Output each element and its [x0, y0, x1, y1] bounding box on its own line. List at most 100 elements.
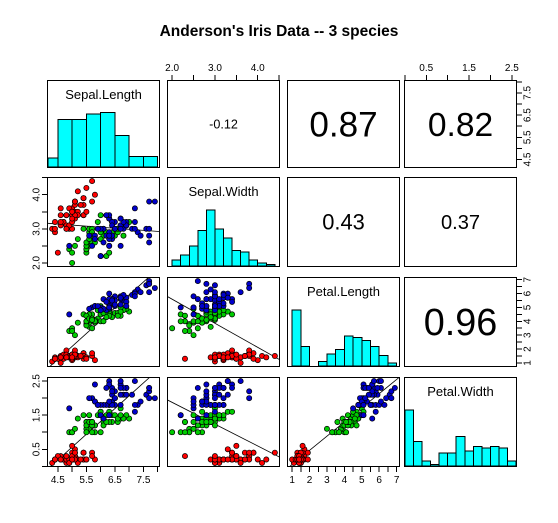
axis-tick-label: 2.5 [505, 63, 519, 74]
data-point [106, 232, 113, 239]
histogram-bar [343, 335, 354, 367]
data-point [57, 219, 64, 225]
data-point [120, 232, 127, 239]
data-point [383, 395, 390, 402]
data-point [74, 415, 81, 422]
data-point [177, 304, 184, 311]
data-point [220, 384, 227, 391]
data-point [77, 201, 84, 208]
histogram-bar [197, 229, 207, 267]
histogram-bar [57, 118, 73, 168]
data-point [86, 412, 93, 419]
axis-tick-label: 1.5 [462, 63, 476, 74]
data-point [362, 395, 369, 402]
data-point [374, 384, 381, 391]
data-point [190, 332, 197, 339]
data-point [182, 328, 188, 334]
data-point [211, 303, 218, 309]
data-point [63, 212, 70, 219]
axis-tick-label: 2.0 [165, 63, 179, 74]
histogram-bar [240, 251, 250, 267]
data-point [199, 303, 206, 309]
data-point [237, 289, 244, 296]
data-point [211, 402, 218, 408]
data-point [224, 378, 231, 385]
axis-tick-label: 3.0 [32, 221, 43, 235]
data-point [203, 412, 210, 419]
data-point [190, 311, 197, 318]
data-point [63, 225, 70, 232]
data-point [109, 388, 116, 395]
data-point [106, 304, 113, 311]
axis-tick-label: 1.5 [32, 408, 43, 422]
data-point [83, 184, 90, 191]
data-point [106, 290, 113, 297]
data-point [237, 359, 244, 366]
data-point [54, 249, 61, 256]
data-point [233, 453, 240, 460]
data-point [263, 456, 270, 463]
data-point [137, 232, 144, 239]
data-point [80, 225, 87, 232]
data-point [271, 353, 278, 359]
data-point [117, 294, 124, 301]
data-point [207, 323, 214, 330]
data-point [211, 408, 218, 415]
data-point [117, 308, 124, 315]
diagonal-variable-label: Petal.Width [427, 384, 493, 399]
data-point [106, 412, 113, 419]
data-point [100, 415, 107, 422]
data-point [131, 219, 138, 225]
data-point [229, 408, 236, 415]
diagonal-variable-label: Sepal.Length [65, 87, 142, 102]
data-point [131, 408, 138, 415]
data-point [117, 215, 124, 222]
histogram-bar [128, 155, 144, 168]
data-point [117, 242, 124, 249]
data-point [80, 412, 87, 419]
data-point [299, 442, 306, 449]
data-point [146, 395, 153, 402]
data-point [146, 225, 153, 232]
data-point [103, 212, 110, 219]
data-point [52, 355, 58, 362]
data-point [72, 425, 78, 432]
correlation-value: 0.87 [309, 105, 377, 144]
pairs-plot-svg: Anderson's Iris Data -- 3 species Sepal.… [0, 0, 558, 523]
axis-tick-label: 6 [523, 290, 534, 296]
data-point [89, 453, 96, 460]
data-point [103, 298, 110, 305]
data-point [391, 384, 398, 391]
histogram-bar [455, 435, 466, 467]
data-point [186, 322, 193, 329]
correlation-value: 0.43 [322, 210, 365, 235]
data-point [203, 289, 210, 296]
data-point [334, 419, 341, 425]
correlation-value: 0.37 [441, 212, 480, 234]
data-point [336, 429, 343, 436]
histogram-bar [498, 447, 509, 467]
data-point [203, 419, 210, 425]
data-point [83, 456, 90, 463]
correlation-value: -0.12 [209, 117, 238, 131]
data-point [91, 236, 98, 242]
data-point [224, 294, 231, 301]
axis-tick-label: 2.5 [32, 374, 43, 388]
data-point [69, 456, 76, 463]
data-point [94, 225, 101, 232]
data-point [343, 419, 350, 425]
data-point [117, 402, 124, 408]
data-point [246, 388, 253, 395]
data-point [241, 456, 248, 463]
data-point [74, 319, 81, 326]
data-point [182, 419, 188, 425]
data-point [211, 289, 218, 296]
data-point [80, 195, 87, 202]
histogram-bar [464, 450, 474, 467]
histogram-bar [404, 409, 414, 467]
data-point [211, 384, 218, 391]
data-point [69, 354, 76, 361]
data-point [182, 453, 188, 460]
data-point [177, 318, 184, 325]
data-point [203, 316, 210, 323]
